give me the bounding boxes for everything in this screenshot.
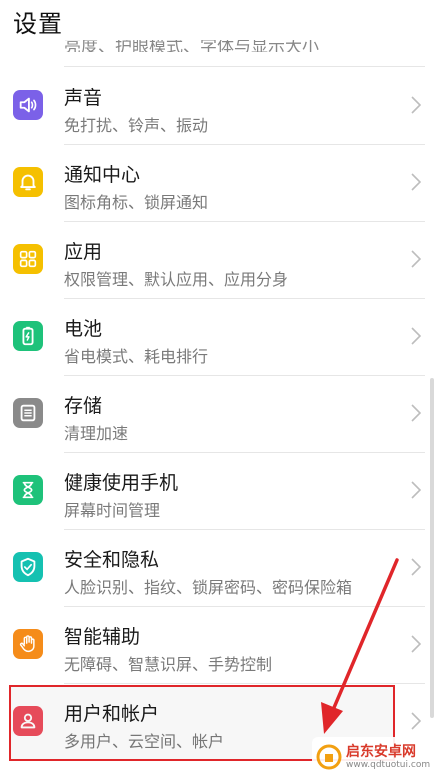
divider	[64, 66, 425, 67]
item-title: 应用	[64, 241, 103, 263]
item-subtitle: 省电模式、耗电排行	[64, 347, 209, 366]
item-title: 声音	[64, 87, 103, 109]
hourglass-icon	[13, 475, 43, 505]
item-title: 电池	[64, 318, 103, 340]
watermark-name: 启东安卓网	[346, 743, 416, 760]
chevron-right-icon	[411, 327, 421, 345]
storage-icon	[13, 398, 43, 428]
chevron-right-icon	[411, 404, 421, 422]
apps-grid-icon	[13, 244, 43, 274]
chevron-right-icon	[411, 481, 421, 499]
item-title: 智能辅助	[64, 626, 141, 648]
page-title: 设置	[13, 10, 63, 38]
chevron-right-icon	[411, 558, 421, 576]
settings-item-security-privacy[interactable]: 安全和隐私 人脸识别、指纹、锁屏密码、密码保险箱	[0, 530, 441, 607]
item-title: 通知中心	[64, 164, 141, 186]
item-subtitle: 权限管理、默认应用、应用分身	[64, 270, 289, 289]
settings-item-apps[interactable]: 应用 权限管理、默认应用、应用分身	[0, 222, 441, 299]
item-subtitle: 免打扰、铃声、振动	[64, 116, 209, 135]
watermark: 启东安卓网 www.qdtuotui.com	[312, 737, 441, 777]
item-title: 存储	[64, 395, 103, 417]
item-title: 安全和隐私	[64, 549, 160, 571]
item-subtitle: 清理加速	[64, 424, 129, 443]
settings-item-sound[interactable]: 声音 免打扰、铃声、振动	[0, 68, 441, 145]
item-subtitle: 图标角标、锁屏通知	[64, 193, 209, 212]
watermark-url: www.qdtuotui.com	[346, 759, 431, 770]
settings-item-smart-assistance[interactable]: 智能辅助 无障碍、智慧识屏、手势控制	[0, 607, 441, 684]
settings-item-notification-center[interactable]: 通知中心 图标角标、锁屏通知	[0, 145, 441, 222]
chevron-right-icon	[411, 173, 421, 191]
scrollbar[interactable]	[430, 378, 434, 718]
item-title: 健康使用手机	[64, 472, 179, 494]
bell-icon	[13, 167, 43, 197]
item-subtitle: 屏幕时间管理	[64, 501, 161, 520]
watermark-logo-icon	[316, 744, 342, 770]
item-subtitle: 人脸识别、指纹、锁屏密码、密码保险箱	[64, 578, 353, 597]
settings-item-digital-balance[interactable]: 健康使用手机 屏幕时间管理	[0, 453, 441, 530]
chevron-right-icon	[411, 635, 421, 653]
hand-icon	[13, 629, 43, 659]
settings-item-battery[interactable]: 电池 省电模式、耗电排行	[0, 299, 441, 376]
settings-item-storage[interactable]: 存储 清理加速	[0, 376, 441, 453]
chevron-right-icon	[411, 96, 421, 114]
header: 设置	[0, 0, 441, 40]
battery-icon	[13, 321, 43, 351]
chevron-right-icon	[411, 250, 421, 268]
shield-icon	[13, 552, 43, 582]
speaker-icon	[13, 90, 43, 120]
chevron-right-icon	[411, 712, 421, 730]
item-subtitle: 无障碍、智慧识屏、手势控制	[64, 655, 273, 674]
